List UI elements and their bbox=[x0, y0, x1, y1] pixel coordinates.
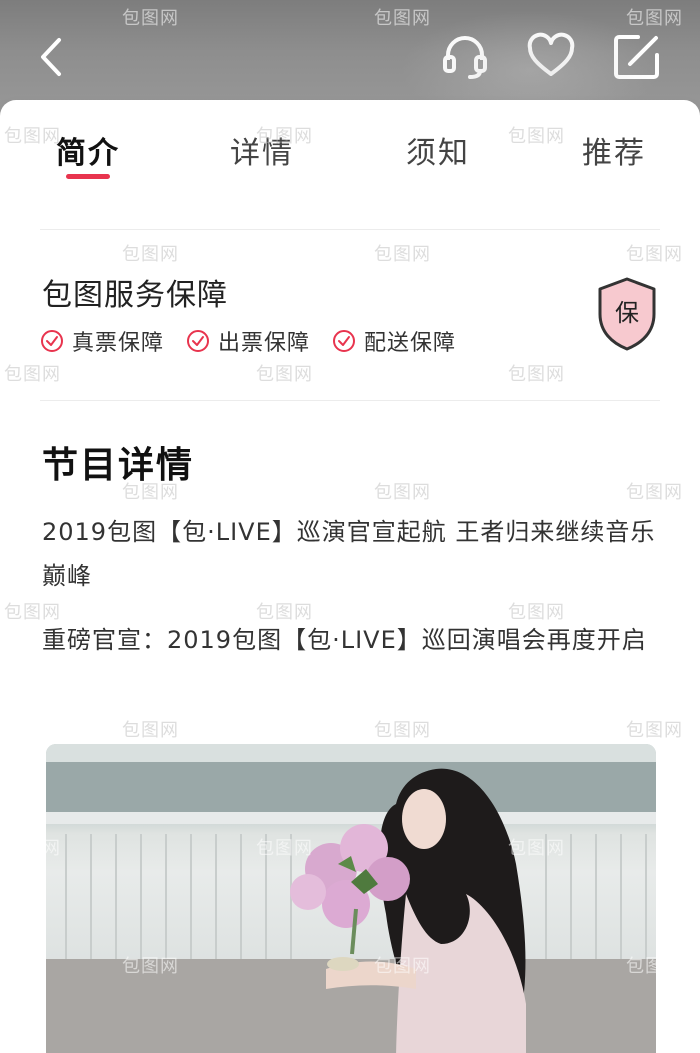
guarantee-item-label: 出票保障 bbox=[218, 331, 311, 356]
share-button[interactable] bbox=[612, 32, 662, 82]
active-tab-indicator bbox=[66, 174, 110, 179]
check-circle-icon bbox=[333, 330, 356, 352]
guarantee-item-delivery: 配送保障 bbox=[332, 326, 456, 356]
check-circle-icon bbox=[41, 330, 63, 352]
back-button[interactable] bbox=[28, 32, 78, 82]
share-icon bbox=[614, 35, 659, 79]
guarantee-item-label: 配送保障 bbox=[364, 331, 457, 356]
favorite-button[interactable] bbox=[526, 32, 576, 82]
tab-details[interactable]: 详情 bbox=[230, 128, 294, 172]
guarantee-list: 真票保障 出票保障 配送保障 bbox=[40, 326, 478, 356]
content-area: 包图服务保障 真票保障 出票保障 配送保障 保 节目详情 2019包图【包·LI… bbox=[0, 198, 700, 1053]
shield-guarantee-icon: 保 bbox=[598, 277, 656, 351]
guarantee-item-real-ticket: 真票保障 bbox=[40, 326, 164, 356]
program-details-title: 节目详情 bbox=[42, 445, 195, 486]
headset-icon bbox=[443, 36, 487, 79]
tab-notice[interactable]: 须知 bbox=[406, 128, 470, 172]
photo-illustration bbox=[46, 744, 656, 1053]
tab-bar: 简介 详情 须知 推荐 bbox=[0, 100, 700, 198]
heart-icon bbox=[527, 32, 575, 76]
tab-intro[interactable]: 简介 bbox=[56, 128, 120, 172]
tab-recommend[interactable]: 推荐 bbox=[582, 128, 646, 172]
customer-service-button[interactable] bbox=[440, 32, 490, 82]
guarantee-item-issue-ticket: 出票保障 bbox=[186, 326, 310, 356]
concert-promo-photo bbox=[46, 744, 656, 1053]
check-circle-icon bbox=[187, 330, 210, 352]
shield-badge-text: 保 bbox=[615, 299, 639, 327]
divider bbox=[40, 400, 660, 401]
details-paragraph: 2019包图【包·LIVE】巡演官宣起航 王者归来继续音乐巅峰 bbox=[42, 518, 656, 590]
chevron-left-icon bbox=[41, 38, 61, 76]
divider bbox=[40, 229, 660, 230]
details-paragraph: 重磅官宣：2019包图【包·LIVE】巡回演唱会再度开启 bbox=[42, 626, 647, 654]
guarantee-item-label: 真票保障 bbox=[72, 331, 165, 356]
service-guarantee-title: 包图服务保障 bbox=[42, 278, 228, 313]
